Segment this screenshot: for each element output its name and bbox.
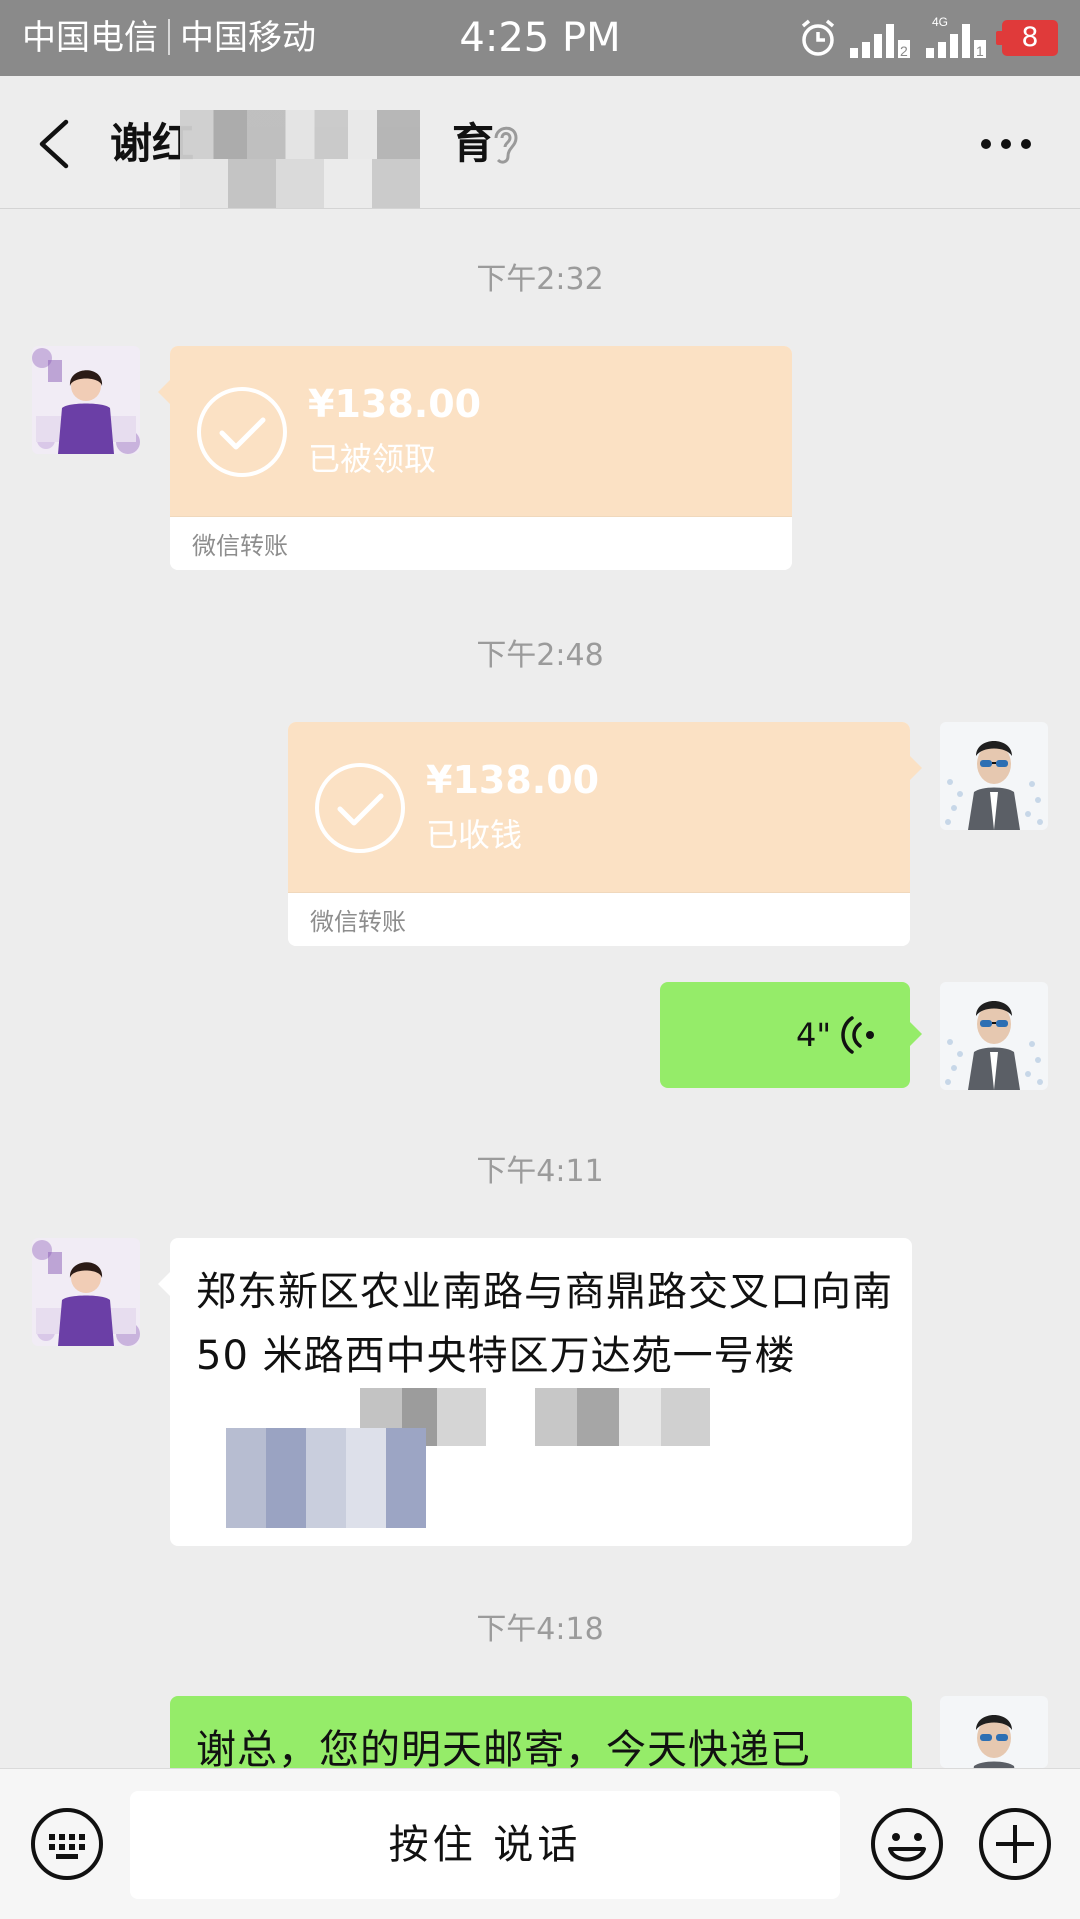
more-icon[interactable] (978, 132, 1034, 156)
received-text-message[interactable]: 郑东新区农业南路与商鼎路交叉口向南 50 米路西中央特区万达苑一号楼 (170, 1238, 912, 1546)
transfer-status: 已收钱 (426, 816, 523, 854)
svg-text:1: 1 (976, 43, 984, 58)
transfer-footer: 微信转账 (192, 532, 288, 560)
redaction-block (226, 1428, 426, 1528)
bubble-tail (158, 1272, 170, 1296)
ear-icon (494, 126, 518, 164)
timestamp: 下午4:18 (476, 1612, 604, 1647)
transfer-amount: ¥138.00 (426, 758, 600, 802)
contact-avatar[interactable] (32, 346, 140, 454)
plus-icon[interactable] (978, 1807, 1052, 1881)
voice-duration: 4" (796, 1016, 832, 1054)
back-icon[interactable] (30, 116, 78, 172)
svg-text:2: 2 (900, 43, 908, 58)
status-bar: 中国电信 中国移动 4:25 PM 2 4G 1 8 (0, 0, 1080, 76)
transfer-card-received[interactable]: ¥138.00 已被领取 微信转账 (170, 346, 792, 570)
voice-message[interactable]: 4" (660, 982, 910, 1088)
emoji-icon[interactable] (870, 1807, 944, 1881)
voice-wave-icon (841, 1016, 874, 1054)
title-redaction (180, 110, 420, 208)
transfer-card-sent[interactable]: ¥138.00 已收钱 微信转账 (288, 722, 910, 946)
signal-icon: 2 (850, 24, 910, 58)
timestamp: 下午2:32 (476, 262, 604, 297)
transfer-status: 已被领取 (308, 440, 437, 478)
transfer-amount: ¥138.00 (308, 382, 482, 426)
my-avatar[interactable] (940, 982, 1048, 1090)
contact-avatar[interactable] (32, 1238, 140, 1346)
input-bar: 按住 说话 (0, 1768, 1080, 1919)
timestamp: 下午2:48 (476, 638, 604, 673)
timestamp: 下午4:11 (476, 1154, 604, 1189)
svg-text:4G: 4G (932, 15, 948, 29)
bubble-tail (910, 1022, 922, 1046)
status-time: 4:25 PM (459, 15, 621, 61)
signal-4g-icon: 4G 1 (926, 15, 986, 58)
bubble-tail (158, 380, 170, 404)
my-avatar[interactable] (940, 722, 1048, 830)
transfer-footer: 微信转账 (310, 908, 406, 936)
my-avatar[interactable] (940, 1696, 1048, 1768)
battery-indicator: 8 (996, 20, 1058, 56)
message-text: 郑东新区农业南路与商鼎路交叉口向南 50 米路西中央特区万达苑一号楼 (196, 1269, 893, 1379)
check-icon (197, 387, 287, 477)
check-icon (315, 763, 405, 853)
hold-to-talk-button[interactable]: 按住 说话 (130, 1791, 840, 1899)
bubble-tail (910, 756, 922, 780)
keyboard-icon[interactable] (30, 1807, 104, 1881)
chat-header: 谢红育 (0, 76, 1080, 209)
alarm-icon (801, 19, 835, 56)
